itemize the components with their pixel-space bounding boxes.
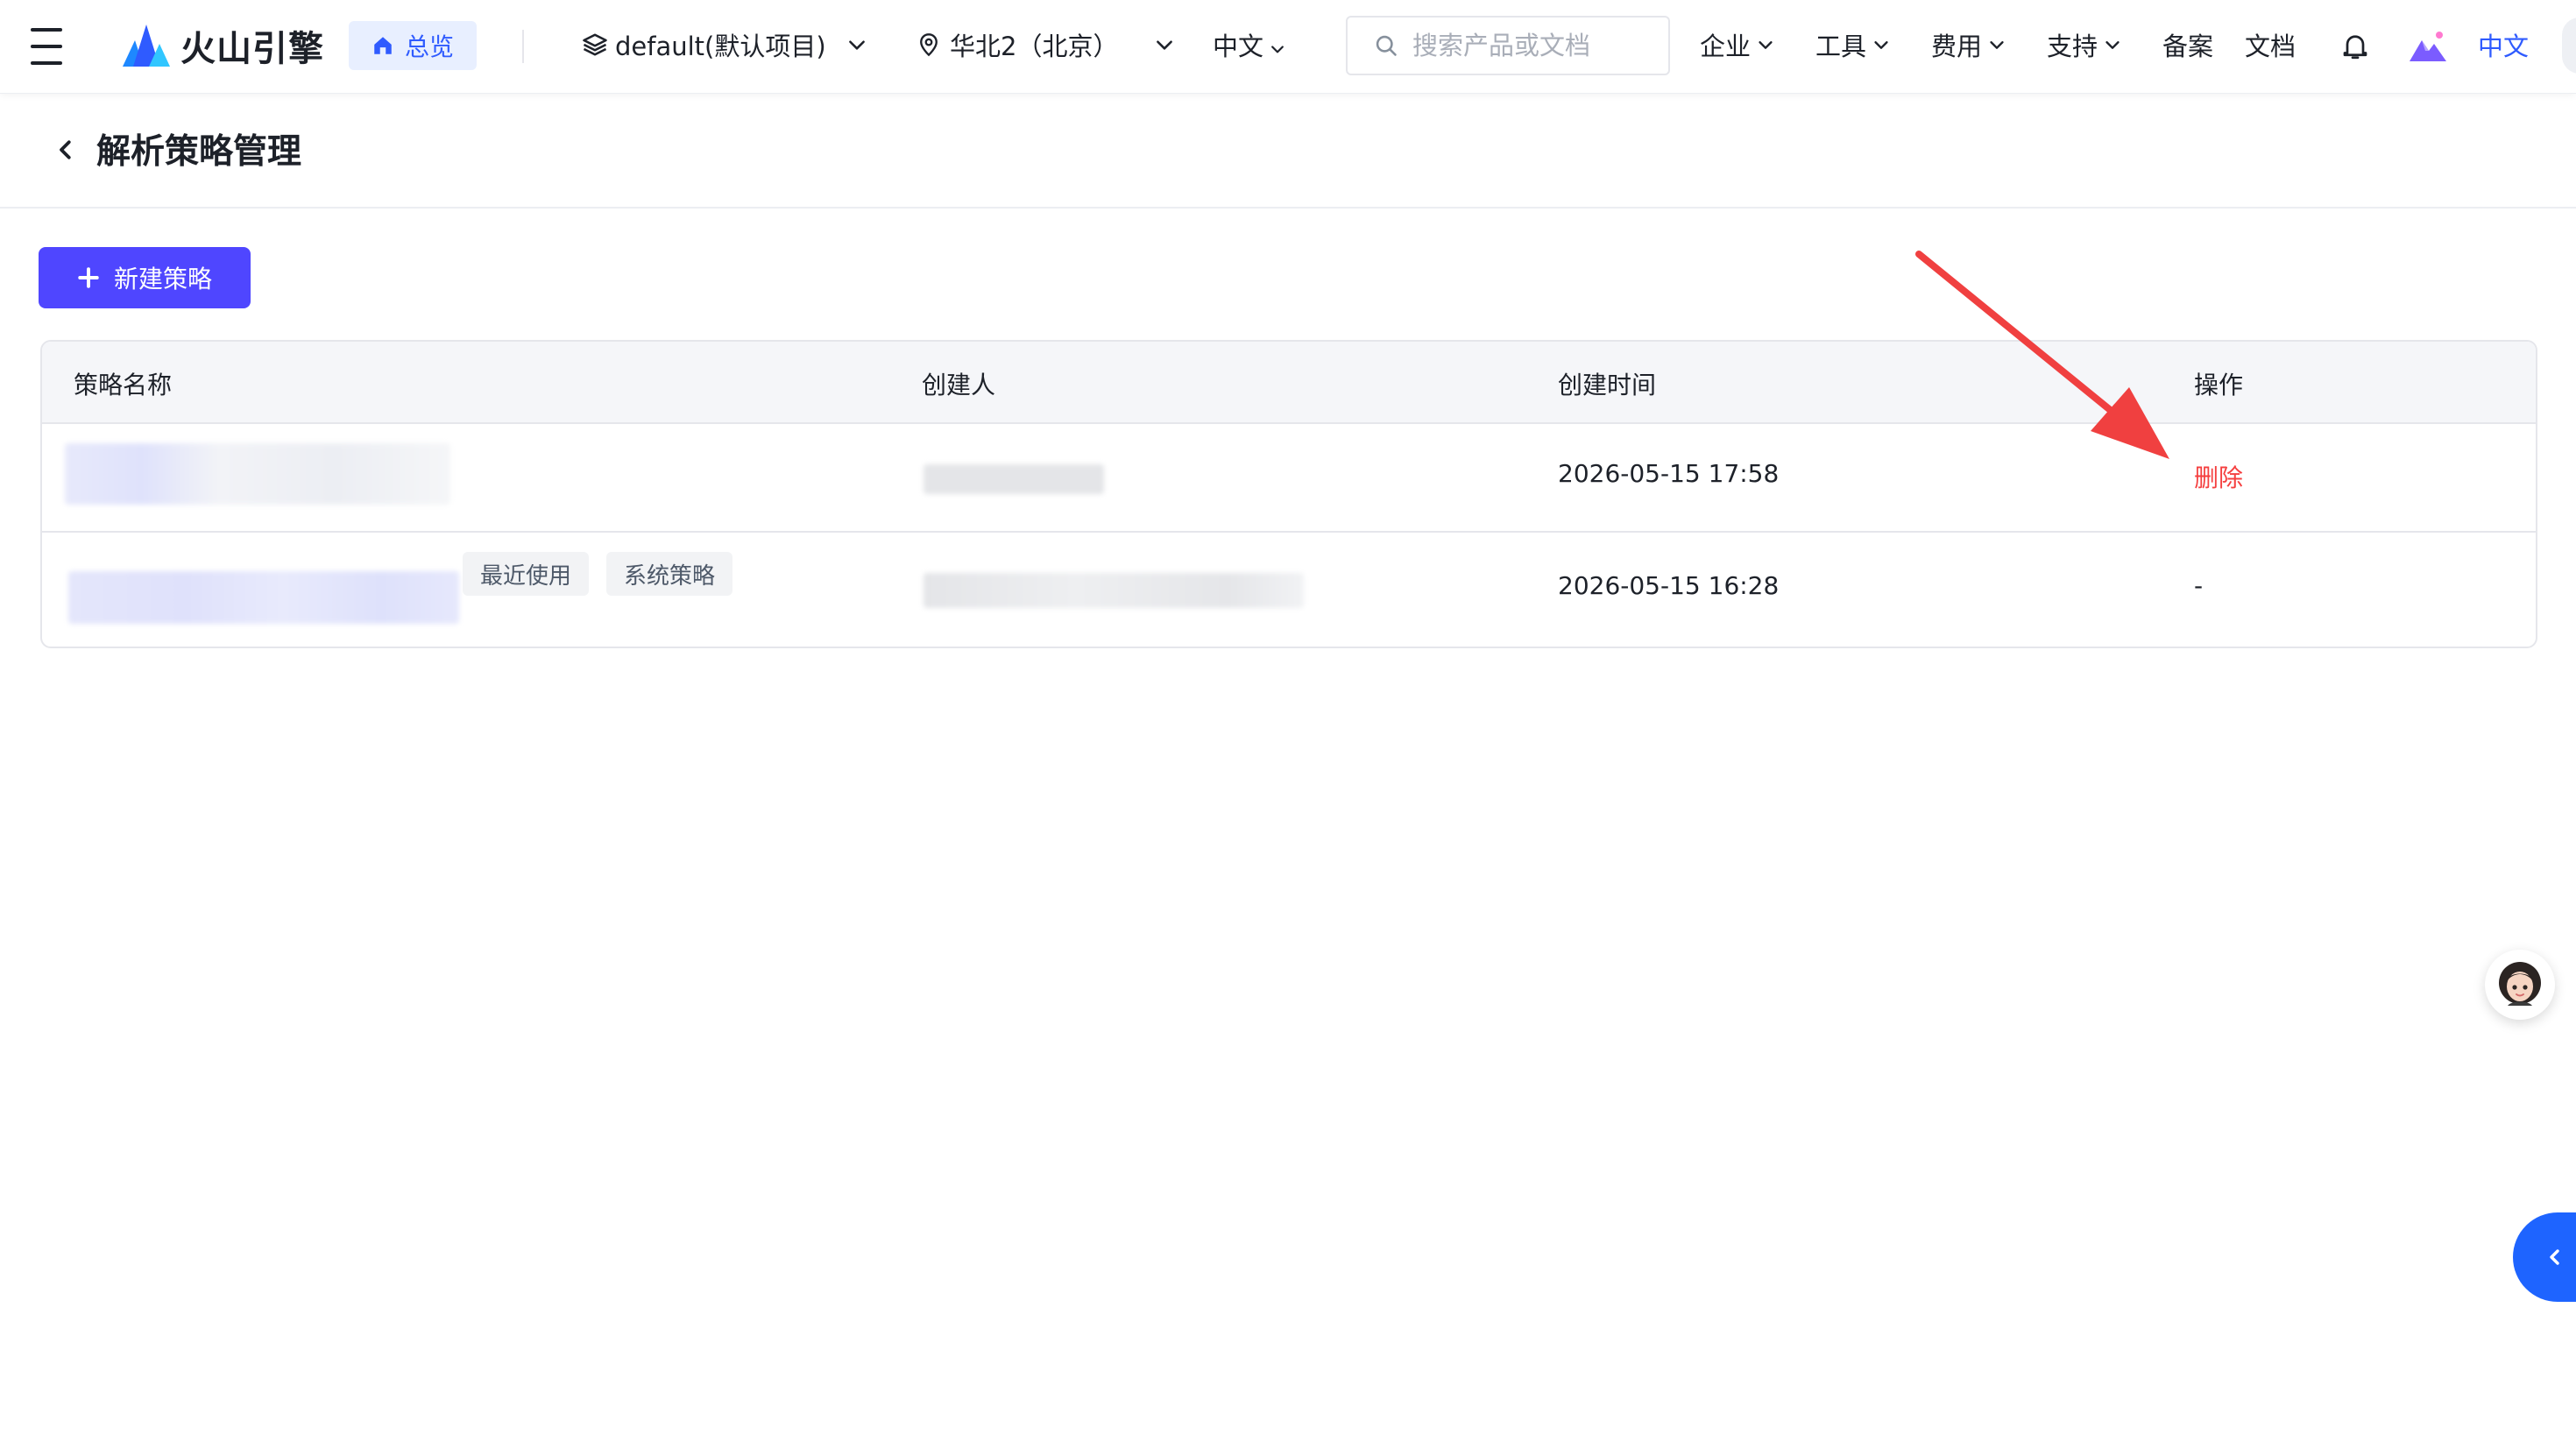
divider: [522, 30, 524, 63]
mountain-avatar-icon: [2410, 32, 2446, 61]
chevron-down-icon: [1990, 41, 2004, 49]
nav-support[interactable]: 支持: [2047, 26, 2122, 63]
overview-label: 总览: [405, 32, 455, 61]
column-header-created-time: 创建时间: [1558, 371, 1657, 399]
plus-icon: [78, 267, 99, 288]
nav-docs-label: 文档: [2245, 32, 2296, 61]
annotation-arrow: [1915, 251, 2169, 459]
policy-name-redacted[interactable]: [65, 443, 450, 505]
chevron-down-icon: [848, 40, 865, 50]
new-policy-button[interactable]: 新建策略: [39, 247, 251, 308]
nav-tools[interactable]: 工具: [1815, 26, 1891, 63]
column-header-actions: 操作: [2194, 371, 2244, 399]
page-title: 解析策略管理: [96, 132, 302, 172]
brand-logo[interactable]: 火山引擎: [123, 21, 324, 70]
nav-billing[interactable]: 费用: [1931, 26, 2006, 63]
overview-button[interactable]: 总览: [349, 21, 478, 70]
top-navigation-bar: 火山引擎 总览 default(默认项目) 华北2（北京） 中文 搜索产品或文档…: [0, 0, 2576, 94]
nav-filing[interactable]: 备案: [2162, 26, 2213, 63]
volcano-logo-icon: [123, 25, 170, 67]
new-policy-label: 新建策略: [113, 265, 212, 293]
recently-used-tag: 最近使用: [463, 552, 590, 596]
created-time: 2026-05-15 16:28: [1558, 571, 1780, 600]
region-name: 华北2（北京）: [950, 32, 1119, 61]
region-selector[interactable]: 华北2（北京）: [916, 26, 1176, 63]
policy-name-redacted[interactable]: [68, 571, 459, 624]
chevron-down-icon: [1759, 41, 1773, 49]
language-selector[interactable]: 中文: [1213, 26, 1286, 63]
layers-icon: [583, 33, 607, 56]
search-box[interactable]: [1346, 16, 1670, 75]
creator-redacted: [924, 573, 1304, 608]
language-link[interactable]: 中文: [2478, 26, 2529, 63]
creator-redacted: [924, 464, 1104, 494]
chevron-down-icon: [2105, 41, 2120, 49]
chevron-left-icon: [60, 140, 71, 159]
nav-enterprise[interactable]: 企业: [1700, 26, 1775, 63]
chevron-left-icon: [2550, 1249, 2559, 1265]
support-avatar-icon: [2499, 962, 2541, 1006]
location-pin-icon: [920, 33, 938, 57]
nav-tools-label: 工具: [1815, 32, 1867, 61]
nav-docs[interactable]: 文档: [2245, 26, 2296, 63]
column-header-name: 策略名称: [74, 371, 173, 399]
project-name: default(默认项目): [615, 32, 826, 61]
hamburger-icon[interactable]: [28, 28, 65, 65]
project-selector[interactable]: default(默认项目): [582, 26, 868, 63]
column-header-creator: 创建人: [922, 371, 996, 399]
delete-link[interactable]: 删除: [2194, 459, 2243, 494]
back-button[interactable]: [53, 137, 79, 163]
system-policy-tag: 系统策略: [606, 552, 733, 596]
search-icon: [1376, 35, 1397, 56]
no-action: -: [2194, 571, 2204, 600]
nav-filing-label: 备案: [2162, 32, 2214, 61]
chevron-down-icon: [1157, 40, 1173, 50]
created-time: 2026-05-15 17:58: [1558, 459, 1780, 488]
search-input[interactable]: [1411, 30, 1660, 61]
notification-button[interactable]: [2339, 30, 2371, 63]
side-panel-toggle[interactable]: [2513, 1212, 2576, 1302]
home-icon: [374, 37, 392, 54]
nav-billing-label: 费用: [1931, 32, 1983, 61]
language-link-label: 中文: [2478, 32, 2530, 61]
table-row: 最近使用 系统策略 2026-05-15 16:28 -: [42, 531, 2536, 647]
bell-icon: [2343, 35, 2367, 60]
page-header: 解析策略管理: [0, 93, 2576, 209]
user-avatar[interactable]: [2562, 18, 2576, 74]
brand-name: 火山引擎: [180, 29, 324, 69]
language-selector-label: 中文: [1213, 32, 1264, 61]
chevron-down-icon: [1271, 46, 1284, 53]
support-assistant-button[interactable]: [2485, 950, 2555, 1020]
nav-support-label: 支持: [2047, 32, 2098, 61]
nav-enterprise-label: 企业: [1700, 32, 1752, 61]
chevron-down-icon: [1874, 41, 1888, 49]
assistant-button[interactable]: [2410, 28, 2446, 65]
